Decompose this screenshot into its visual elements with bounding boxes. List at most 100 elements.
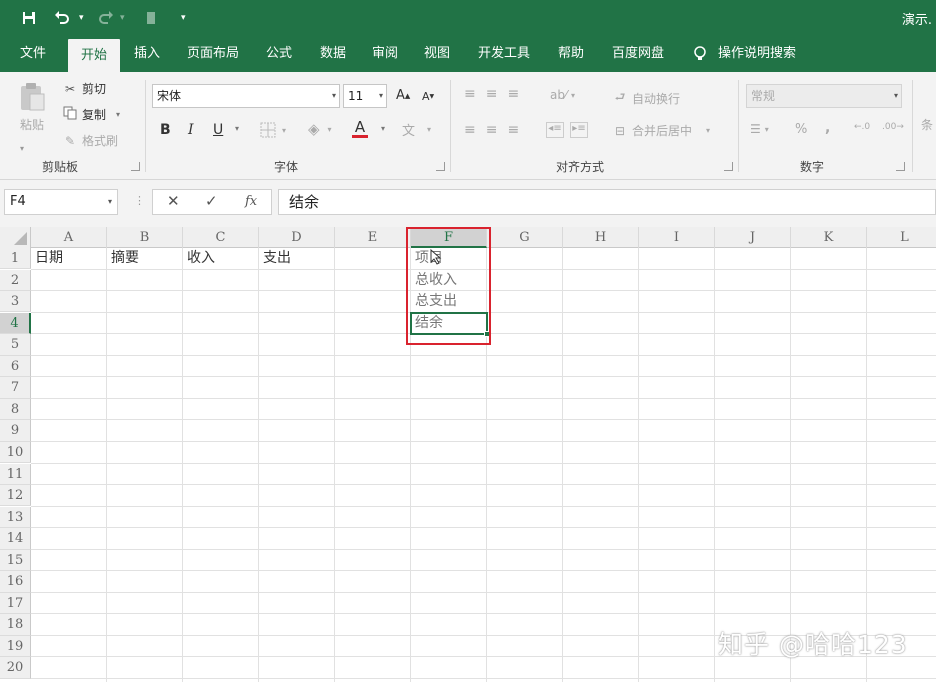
row-header-9[interactable]: 9 — [0, 420, 31, 442]
paste-button[interactable]: 粘贴 — [18, 82, 46, 133]
number-launcher-icon[interactable] — [896, 162, 905, 171]
save-icon[interactable] — [22, 8, 36, 28]
cell-C1[interactable]: 收入 — [183, 248, 215, 269]
row-header-15[interactable]: 15 — [0, 549, 31, 572]
percent-button[interactable]: % — [795, 122, 807, 137]
redo-icon[interactable] — [98, 8, 114, 28]
tab-help[interactable]: 帮助 — [550, 36, 592, 72]
tab-view[interactable]: 视图 — [416, 36, 458, 72]
tab-developer[interactable]: 开发工具 — [470, 36, 538, 72]
bold-button[interactable]: B — [160, 122, 171, 138]
cell-D1[interactable]: 支出 — [259, 248, 291, 269]
row-header-19[interactable]: 19 — [0, 635, 31, 658]
tab-home[interactable]: 开始 — [68, 39, 120, 72]
alignment-launcher-icon[interactable] — [724, 162, 733, 171]
customize-qat-icon[interactable]: ▾ — [181, 8, 186, 28]
cell-B1[interactable]: 摘要 — [107, 248, 139, 269]
font-launcher-icon[interactable] — [436, 162, 445, 171]
tab-data[interactable]: 数据 — [312, 36, 354, 72]
row-header-1[interactable]: 1 — [0, 248, 31, 270]
row-header-8[interactable]: 8 — [0, 398, 31, 421]
grow-font-button[interactable]: A ▲ — [396, 88, 410, 103]
column-header-B[interactable]: B — [107, 227, 183, 248]
row-header-3[interactable]: 3 — [0, 291, 31, 313]
row-header-5[interactable]: 5 — [0, 334, 31, 356]
copy-button[interactable]: 复制 ▾ — [62, 106, 120, 123]
row-header-20[interactable]: 20 — [0, 657, 31, 679]
tab-baidu-netdisk[interactable]: 百度网盘 — [604, 36, 672, 72]
tab-insert[interactable]: 插入 — [126, 36, 168, 72]
increase-decimal-icon[interactable]: ←.0 — [854, 122, 870, 132]
accounting-button[interactable]: ☰ ▾ — [750, 122, 769, 136]
touch-mode-icon[interactable] — [145, 8, 157, 28]
column-header-H[interactable]: H — [563, 227, 639, 248]
row-header-12[interactable]: 12 — [0, 485, 31, 507]
row-header-7[interactable]: 7 — [0, 377, 31, 399]
merge-center-button[interactable]: ⊟ 合并后居中 ▾ — [612, 122, 710, 139]
column-header-L[interactable]: L — [867, 227, 936, 248]
cut-button[interactable]: ✂ 剪切 — [62, 80, 106, 97]
font-color-button[interactable]: A — [352, 118, 368, 138]
font-size-combo[interactable]: 11 ▾ — [343, 84, 387, 108]
column-header-K[interactable]: K — [791, 227, 867, 248]
conditional-format-partial[interactable]: 条 — [921, 116, 933, 133]
row-header-17[interactable]: 17 — [0, 592, 31, 615]
cancel-icon[interactable]: ✕ — [167, 192, 180, 210]
row-header-10[interactable]: 10 — [0, 441, 31, 464]
format-painter-button[interactable]: ✎ 格式刷 — [62, 132, 118, 149]
vertical-align-icons[interactable]: ≡≡≡ — [464, 86, 529, 102]
fill-color-button[interactable]: ◈ ▾ — [308, 120, 332, 138]
tab-page-layout[interactable]: 页面布局 — [180, 36, 246, 72]
underline-button[interactable]: U — [213, 122, 223, 138]
column-header-J[interactable]: J — [715, 227, 791, 248]
undo-icon[interactable] — [54, 8, 70, 28]
tab-file[interactable]: 文件 — [12, 36, 54, 72]
shrink-font-button[interactable]: A ▼ — [422, 90, 434, 103]
column-header-G[interactable]: G — [487, 227, 563, 248]
formula-input[interactable]: 结余 — [278, 189, 936, 215]
row-header-16[interactable]: 16 — [0, 571, 31, 593]
column-header-I[interactable]: I — [639, 227, 715, 248]
cell-A1[interactable]: 日期 — [31, 248, 63, 269]
name-box[interactable]: F4 ▾ — [4, 189, 118, 215]
row-header-14[interactable]: 14 — [0, 528, 31, 550]
chevron-down-icon: ▾ — [706, 126, 711, 135]
italic-button[interactable]: I — [188, 122, 194, 138]
horizontal-align-icons[interactable]: ≡≡≡ — [464, 122, 529, 138]
borders-button[interactable]: ▾ — [260, 122, 286, 138]
clipboard-launcher-icon[interactable] — [131, 162, 140, 171]
insert-function-icon[interactable]: fx — [245, 194, 257, 209]
row-header-11[interactable]: 11 — [0, 463, 31, 485]
decrease-decimal-icon[interactable]: .00→ — [882, 122, 904, 132]
tab-formulas[interactable]: 公式 — [258, 36, 300, 72]
worksheet-grid[interactable]: ABCDEFGHIJKL 1 2 3 4 5 6 7 8 9 10 11 12 13 14 15 16 17 18… — [0, 227, 936, 682]
row-header-18[interactable]: 18 — [0, 614, 31, 636]
column-header-E[interactable]: E — [335, 227, 411, 248]
formula-bar-grip-icon[interactable]: ⋮ — [134, 194, 145, 207]
row-header-13[interactable]: 13 — [0, 506, 31, 528]
copy-dropdown-icon[interactable]: ▾ — [116, 110, 120, 119]
select-all-button[interactable] — [0, 227, 31, 248]
phonetic-button[interactable]: 文 ▾ — [402, 120, 431, 139]
undo-dropdown-icon[interactable]: ▾ — [79, 8, 84, 28]
enter-icon[interactable]: ✓ — [205, 192, 218, 210]
orientation-button[interactable]: ab⁄ ▾ — [550, 88, 575, 102]
font-name-combo[interactable]: 宋体 ▾ — [152, 84, 340, 108]
tab-review[interactable]: 审阅 — [364, 36, 406, 72]
font-color-dropdown-icon[interactable]: ▾ — [381, 124, 385, 133]
column-header-A[interactable]: A — [31, 227, 107, 248]
column-header-D[interactable]: D — [259, 227, 335, 248]
column-header-C[interactable]: C — [183, 227, 259, 248]
underline-dropdown-icon[interactable]: ▾ — [235, 124, 239, 133]
row-header-4[interactable]: 4 — [0, 312, 31, 335]
number-format-combo[interactable]: 常规 ▾ — [746, 84, 902, 108]
row-header-2[interactable]: 2 — [0, 269, 31, 291]
redo-dropdown-icon[interactable]: ▾ — [120, 8, 125, 28]
paste-dropdown-icon[interactable]: ▾ — [20, 144, 24, 153]
row-header-6[interactable]: 6 — [0, 355, 31, 378]
copy-label: 复制 — [82, 108, 107, 122]
comma-button[interactable]: , — [825, 120, 830, 136]
tell-me-search[interactable]: 操作说明搜索 — [718, 36, 814, 72]
wrap-text-button[interactable]: ⮐ 自动换行 — [612, 88, 680, 109]
indent-buttons[interactable]: ◂≡ ▸≡ — [546, 122, 588, 138]
